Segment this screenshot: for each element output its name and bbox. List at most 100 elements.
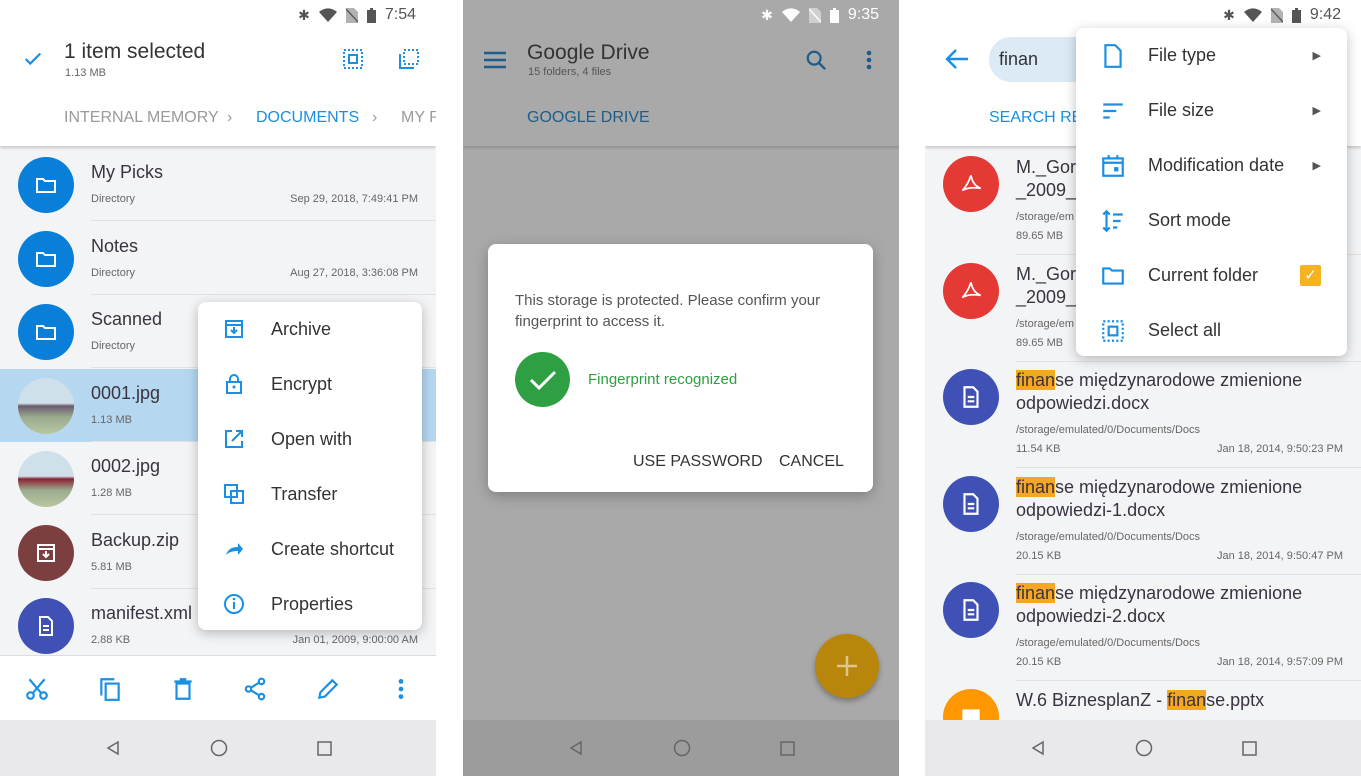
back-nav-icon[interactable]	[105, 740, 121, 756]
battery-icon	[1291, 7, 1301, 23]
file-name: finanse międzynarodowe zmienione odpowied…	[1016, 369, 1346, 415]
status-bar: ✱ 9:35	[463, 0, 899, 30]
clock: 9:42	[1309, 6, 1341, 23]
select-inverse-icon[interactable]	[398, 48, 420, 70]
menu-item-label: Archive	[271, 319, 332, 339]
archive-icon	[37, 543, 55, 562]
clock: 9:35	[847, 6, 879, 23]
recents-nav-icon[interactable]	[316, 740, 332, 756]
menu-item-label: Sort mode	[1148, 210, 1232, 230]
calendar-icon	[1102, 155, 1124, 177]
breadcrumb-internal-memory[interactable]: INTERNAL MEMORY	[64, 109, 219, 127]
fingerprint-status: Fingerprint recognized	[588, 371, 738, 388]
battery-icon	[829, 7, 839, 23]
file-manager-screen: ✱ 7:54 1 item selected 1.13 MB INTERNAL M…	[0, 0, 436, 776]
menu-item-encrypt[interactable]: Encrypt	[198, 357, 422, 412]
menu-item-create-shortcut[interactable]: Create shortcut	[198, 522, 422, 577]
back-nav-icon[interactable]	[568, 740, 584, 756]
file-type: Directory	[91, 193, 136, 205]
menu-item-archive[interactable]: Archive	[198, 302, 422, 357]
cut-button[interactable]	[24, 676, 50, 707]
filter-item-sort-mode[interactable]: Sort mode	[1076, 193, 1347, 248]
add-fab[interactable]	[815, 634, 879, 698]
menu-item-properties[interactable]: Properties	[198, 577, 422, 632]
search-result-row[interactable]: finanse międzynarodowe zmienione odpowied…	[925, 468, 1361, 575]
menu-item-open-with[interactable]: Open with	[198, 412, 422, 467]
fingerprint-dialog: This storage is protected. Please confir…	[488, 244, 873, 492]
home-nav-icon[interactable]	[210, 739, 228, 757]
pdf-icon	[961, 281, 982, 298]
filter-item-file-type[interactable]: File type ▶	[1076, 28, 1347, 83]
status-bar: ✱ 7:54	[0, 0, 436, 30]
no-sim-icon	[808, 7, 821, 23]
tab-google-drive[interactable]: GOOGLE DRIVE	[527, 109, 650, 127]
select-all-icon[interactable]	[342, 48, 364, 70]
file-type-avatar	[18, 304, 74, 360]
clock: 7:54	[384, 6, 416, 23]
image-thumbnail	[18, 377, 74, 434]
use-password-button[interactable]: USE PASSWORD	[633, 453, 763, 471]
menu-item-transfer[interactable]: Transfer	[198, 467, 422, 522]
home-nav-icon[interactable]	[1135, 739, 1153, 757]
menu-item-label: Encrypt	[271, 374, 333, 394]
info-icon	[224, 594, 244, 614]
filter-item-current-folder[interactable]: Current folder ✓	[1076, 248, 1347, 303]
document-icon	[963, 386, 979, 408]
recents-nav-icon[interactable]	[1241, 740, 1257, 756]
page-title: 1 item selected	[64, 40, 206, 63]
back-arrow-icon[interactable]	[945, 48, 969, 70]
copy-icon	[100, 678, 120, 701]
name-part: _2009_	[1016, 286, 1077, 307]
file-type-avatar	[18, 157, 74, 213]
file-row[interactable]: My Picks Directory Sep 29, 2018, 7:49:41…	[0, 148, 436, 221]
more-icon[interactable]	[865, 49, 873, 71]
check-icon[interactable]	[22, 48, 44, 70]
edit-button[interactable]	[315, 676, 341, 707]
more-button[interactable]	[388, 676, 414, 707]
file-name: manifest.xml	[91, 603, 193, 623]
system-nav-bar	[0, 720, 436, 776]
file-name: Backup.zip	[91, 529, 180, 550]
file-path: /storage/emulated/0/Documents/Docs	[1016, 530, 1201, 543]
file-name: 0002.jpg	[91, 456, 161, 476]
checkbox-checked[interactable]: ✓	[1300, 265, 1321, 286]
menu-icon[interactable]	[483, 49, 507, 71]
shortcut-icon	[226, 543, 243, 555]
search-screen: ✱ 9:42 finan SEARCH RES M._Gor _2009_ /sto…	[925, 0, 1361, 776]
search-icon[interactable]	[805, 49, 827, 71]
home-nav-icon[interactable]	[673, 739, 691, 757]
name-part: odpowiedzi-1.docx	[1016, 499, 1166, 520]
breadcrumb-my-picks[interactable]: MY P	[401, 109, 436, 127]
submenu-arrow-icon: ▶	[1312, 160, 1321, 172]
selection-size: 1.13 MB	[65, 67, 106, 79]
menu-item-label: Properties	[271, 594, 354, 614]
breadcrumb-documents[interactable]: DOCUMENTS	[256, 109, 359, 127]
back-nav-icon[interactable]	[1030, 740, 1046, 756]
filter-item-file-size[interactable]: File size ▶	[1076, 83, 1347, 138]
copy-button[interactable]	[97, 676, 123, 707]
file-type-avatar	[943, 156, 999, 212]
cancel-button[interactable]: CANCEL	[779, 453, 844, 471]
delete-button[interactable]	[170, 676, 196, 707]
name-part: se międzynarodowe zmienione	[1055, 370, 1303, 390]
filter-item-modification-date[interactable]: Modification date ▶	[1076, 138, 1347, 193]
file-type: Directory	[91, 266, 136, 279]
file-row[interactable]: Notes Directory Aug 27, 2018, 3:36:08 PM	[0, 222, 436, 295]
breadcrumb-chevron-icon: ›	[227, 109, 233, 126]
file-path: /storage/emulated/0/Documents/Docs	[1016, 637, 1201, 649]
share-button[interactable]	[242, 676, 268, 707]
filter-item-select-all[interactable]: Select all	[1076, 303, 1347, 358]
file-size: 89.65 MB	[1016, 336, 1064, 349]
file-name: Scanned	[91, 309, 163, 329]
file-name: finanse międzynarodowe zmienione odpowied…	[1016, 582, 1346, 628]
name-part: odpowiedzi-2.docx	[1016, 606, 1166, 626]
recents-nav-icon[interactable]	[779, 740, 795, 756]
file-type-avatar	[18, 598, 74, 654]
file-path: /storage/emulated/0/Documents/Docs	[1016, 424, 1201, 436]
search-result-row[interactable]: finanse międzynarodowe zmienione odpowied…	[925, 574, 1361, 681]
search-result-row[interactable]: finanse międzynarodowe zmienione odpowied…	[925, 361, 1361, 468]
filter-menu: File type ▶ File size ▶ Modification date ▶ So…	[1076, 28, 1347, 356]
system-nav-bar	[925, 720, 1361, 776]
sort-icon	[1102, 209, 1123, 233]
folder-outline-icon	[1102, 267, 1124, 285]
